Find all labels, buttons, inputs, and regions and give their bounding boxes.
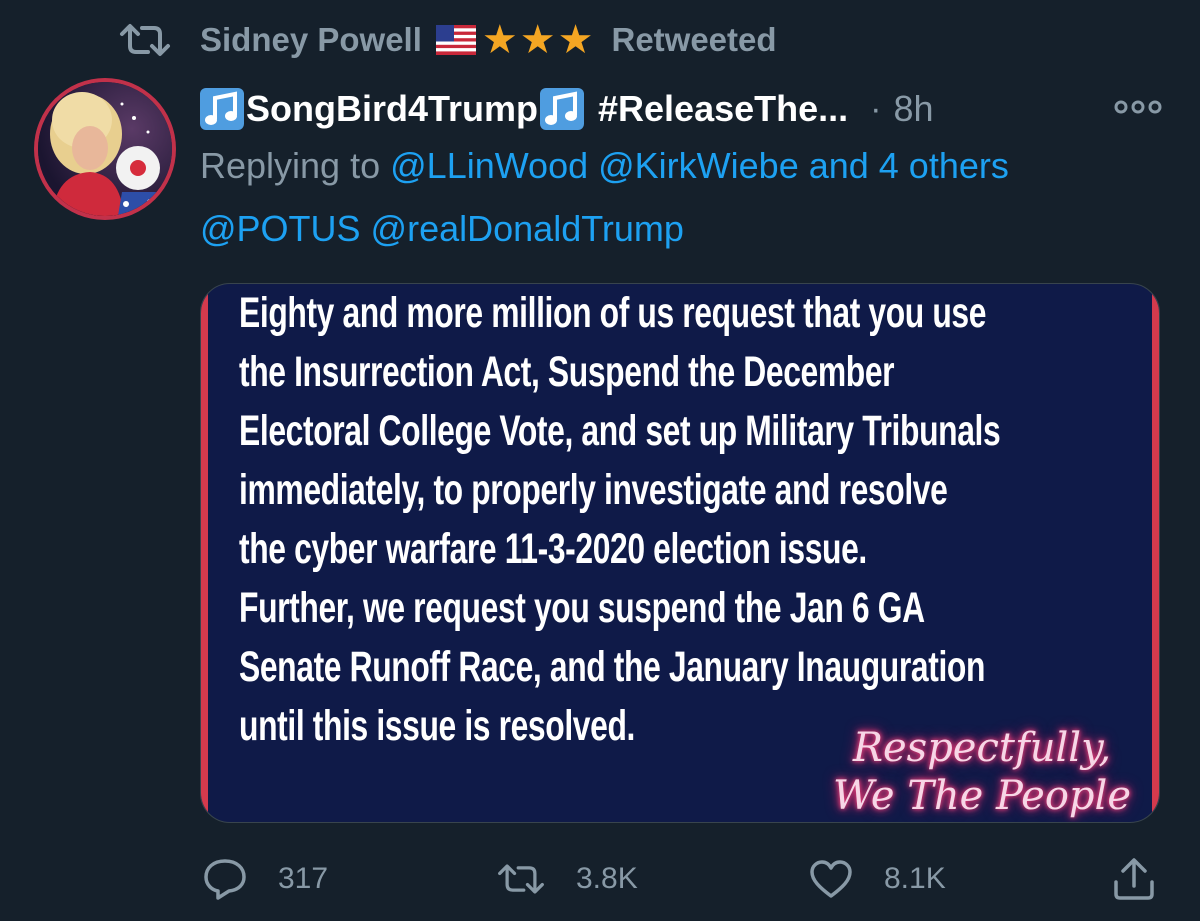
signature-line-1: Respectfully, bbox=[852, 725, 1112, 771]
avatar[interactable] bbox=[38, 82, 172, 216]
reply-count: 317 bbox=[278, 862, 329, 895]
retweet-count: 3.8K bbox=[576, 862, 638, 895]
media-signature: Respectfully, We The People bbox=[833, 724, 1131, 820]
avatar-image bbox=[38, 82, 172, 216]
heart-icon bbox=[810, 860, 852, 898]
media-right-stripe bbox=[1152, 284, 1159, 822]
share-button[interactable] bbox=[1110, 855, 1188, 903]
reply-button[interactable]: 317 bbox=[202, 855, 328, 903]
replying-mentions-link[interactable]: @LLinWood @KirkWiebe and 4 others bbox=[390, 145, 1009, 186]
star-icons: ★★★ bbox=[481, 18, 596, 62]
retweet-button[interactable]: 3.8K bbox=[496, 855, 638, 903]
like-count: 8.1K bbox=[884, 862, 946, 895]
display-name-hashtag[interactable]: #ReleaseThe... bbox=[598, 88, 848, 130]
signature-line-2: We The People bbox=[832, 773, 1131, 819]
music-note-icon bbox=[540, 88, 585, 130]
music-note-icon bbox=[200, 88, 244, 130]
retweet-header: Sidney Powell ★★★ Retweeted bbox=[118, 18, 777, 62]
media-text: Eighty and more million of us request th… bbox=[239, 289, 1001, 750]
timestamp[interactable]: 8h bbox=[893, 88, 933, 130]
retweeted-label: Retweeted bbox=[611, 21, 777, 58]
mentions-link[interactable]: @POTUS @realDonaldTrump bbox=[200, 208, 684, 250]
replying-prefix: Replying to bbox=[200, 145, 381, 186]
retweet-icon bbox=[498, 864, 544, 894]
separator-dot: · bbox=[870, 89, 882, 128]
like-button[interactable]: 8.1K bbox=[808, 855, 946, 903]
display-name[interactable]: SongBird4Trump bbox=[246, 88, 538, 130]
tweet-author-line: SongBird4Trump #ReleaseThe... · 8h bbox=[200, 84, 934, 134]
share-icon bbox=[1114, 858, 1154, 900]
retweeter-name[interactable]: Sidney Powell bbox=[200, 21, 422, 59]
reply-icon bbox=[204, 859, 246, 900]
tweet-media-image[interactable]: Eighty and more million of us request th… bbox=[200, 283, 1160, 823]
more-icon[interactable] bbox=[1112, 96, 1164, 118]
retweet-icon bbox=[120, 24, 170, 56]
media-left-stripe bbox=[201, 284, 208, 822]
replying-to-line: Replying to @LLinWood @KirkWiebe and 4 o… bbox=[200, 145, 1009, 187]
us-flag-icon bbox=[435, 25, 476, 55]
